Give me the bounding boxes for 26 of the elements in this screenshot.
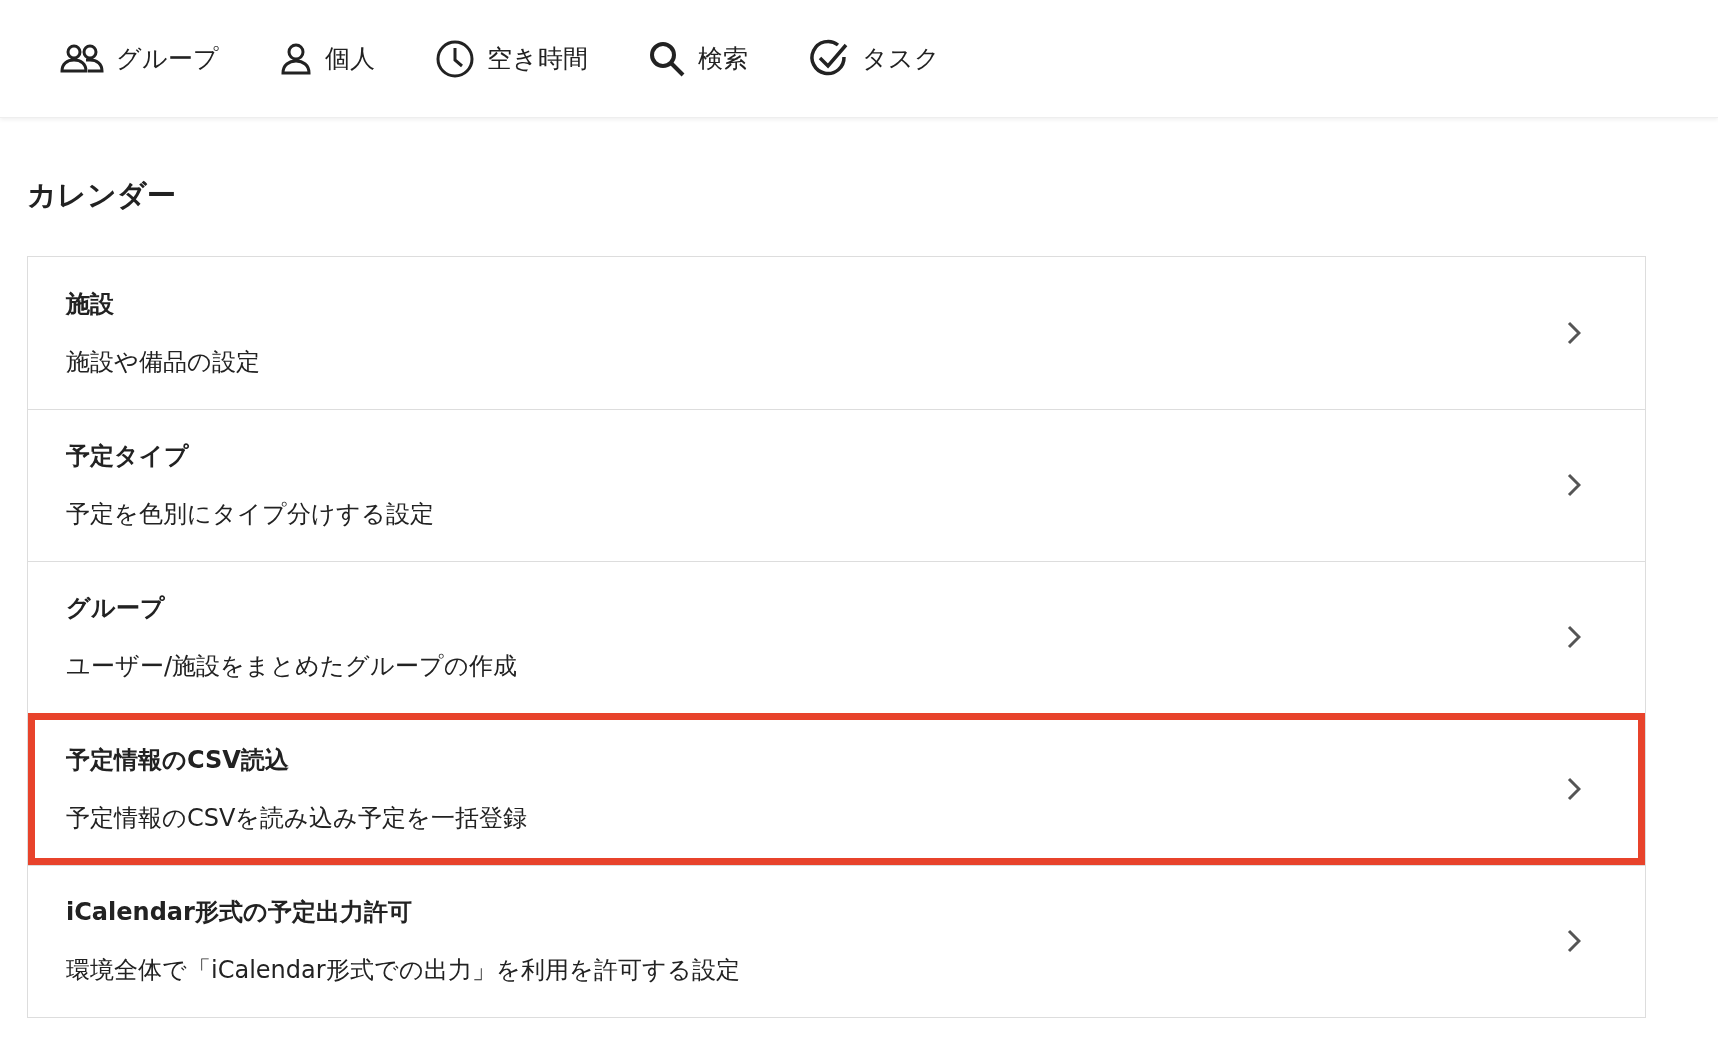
people-icon — [60, 42, 104, 75]
row-title: 予定情報のCSV読込 — [66, 744, 289, 776]
row-title: 予定タイプ — [66, 441, 189, 472]
row-description: 予定情報のCSVを読み込み予定を一括登録 — [66, 802, 528, 834]
nav-link[interactable]: 検索 — [648, 39, 748, 78]
chevron-right-icon — [1567, 320, 1581, 345]
nav-link[interactable]: 空き時間 — [435, 38, 588, 79]
chevron-right-icon — [1567, 625, 1581, 649]
row-description: 予定を色別にタイプ分けする設定 — [66, 499, 434, 530]
row-title: 施設 — [66, 288, 114, 320]
row-description: 施設や備品の設定 — [66, 346, 260, 378]
row-description: ユーザー/施設をまとめたグループの作成 — [66, 651, 518, 682]
chevron-right-icon — [1567, 776, 1581, 801]
settings-row[interactable]: 予定情報のCSV読込 予定情報のCSVを読み込み予定を一括登録 — [28, 712, 1645, 865]
person-icon — [279, 41, 313, 76]
nav-link[interactable]: グループ — [60, 39, 219, 78]
search-icon — [648, 39, 686, 78]
row-description: 環境全体で「iCalendar形式での出力」を利用を許可する設定 — [66, 955, 740, 986]
nav-link[interactable]: タスク — [808, 37, 940, 80]
nav-link[interactable]: 個人 — [279, 39, 375, 78]
row-title: iCalendar形式の予定出力許可 — [66, 897, 412, 928]
section-title: カレンダー — [27, 177, 176, 214]
chevron-right-icon — [1567, 473, 1581, 497]
chevron-right-icon — [1567, 929, 1581, 953]
clock-icon — [435, 38, 475, 79]
row-title: グループ — [66, 593, 165, 624]
